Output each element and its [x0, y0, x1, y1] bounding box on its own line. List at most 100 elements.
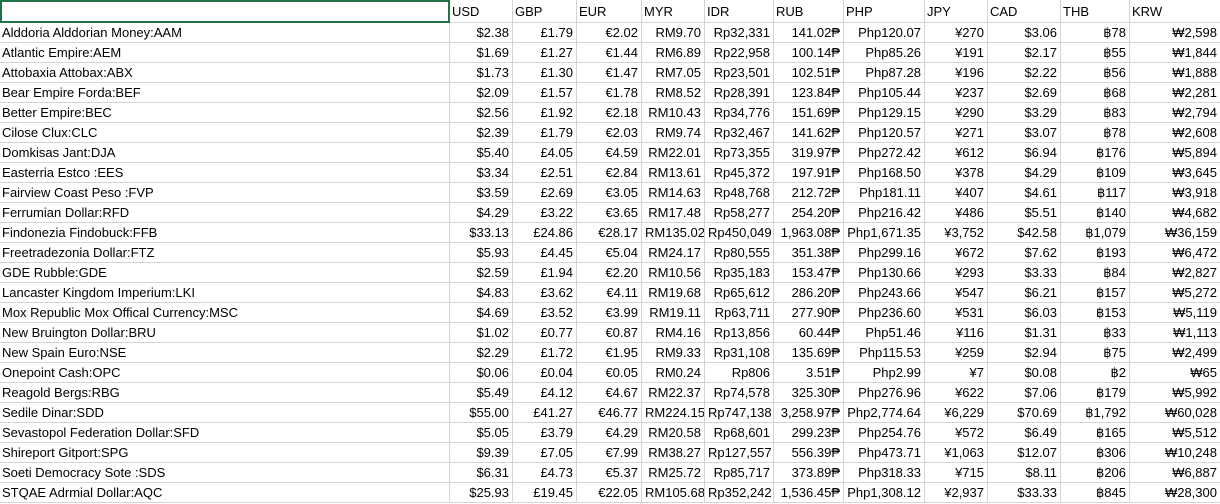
value-cell-thb[interactable]: ฿78 [1061, 23, 1130, 43]
value-cell-cad[interactable]: $5.51 [988, 203, 1061, 223]
value-cell-idr[interactable]: Rp747,138 [705, 403, 774, 423]
value-cell-php[interactable]: Php1,671.35 [844, 223, 925, 243]
currency-name-cell[interactable]: STQAE Adrmial Dollar:AQC [0, 483, 450, 503]
value-cell-cad[interactable]: $2.69 [988, 83, 1061, 103]
value-cell-idr[interactable]: Rp74,578 [705, 383, 774, 403]
currency-name-cell[interactable]: Domkisas Jant:DJA [0, 143, 450, 163]
value-cell-gbp[interactable]: £1.57 [513, 83, 577, 103]
value-cell-eur[interactable]: €2.18 [577, 103, 642, 123]
column-header-usd[interactable]: USD [450, 0, 513, 23]
value-cell-thb[interactable]: ฿83 [1061, 103, 1130, 123]
value-cell-gbp[interactable]: £3.79 [513, 423, 577, 443]
value-cell-usd[interactable]: $4.29 [450, 203, 513, 223]
value-cell-usd[interactable]: $0.06 [450, 363, 513, 383]
value-cell-cad[interactable]: $70.69 [988, 403, 1061, 423]
value-cell-myr[interactable]: RM7.05 [642, 63, 705, 83]
value-cell-php[interactable]: Php216.42 [844, 203, 925, 223]
column-header-myr[interactable]: MYR [642, 0, 705, 23]
value-cell-jpy[interactable]: ¥293 [925, 263, 988, 283]
value-cell-usd[interactable]: $2.56 [450, 103, 513, 123]
value-cell-myr[interactable]: RM8.52 [642, 83, 705, 103]
value-cell-cad[interactable]: $1.31 [988, 323, 1061, 343]
value-cell-myr[interactable]: RM6.89 [642, 43, 705, 63]
value-cell-idr[interactable]: Rp127,557 [705, 443, 774, 463]
value-cell-gbp[interactable]: £0.77 [513, 323, 577, 343]
currency-name-cell[interactable]: GDE Rubble:GDE [0, 263, 450, 283]
value-cell-myr[interactable]: RM13.61 [642, 163, 705, 183]
value-cell-jpy[interactable]: ¥271 [925, 123, 988, 143]
value-cell-rub[interactable]: 556.39₱ [774, 443, 844, 463]
currency-name-cell[interactable]: Findonezia Findobuck:FFB [0, 223, 450, 243]
value-cell-cad[interactable]: $3.06 [988, 23, 1061, 43]
value-cell-thb[interactable]: ฿75 [1061, 343, 1130, 363]
value-cell-rub[interactable]: 123.84₱ [774, 83, 844, 103]
currency-name-cell[interactable]: Atlantic Empire:AEM [0, 43, 450, 63]
value-cell-idr[interactable]: Rp32,331 [705, 23, 774, 43]
value-cell-idr[interactable]: Rp28,391 [705, 83, 774, 103]
value-cell-gbp[interactable]: £1.30 [513, 63, 577, 83]
value-cell-usd[interactable]: $1.69 [450, 43, 513, 63]
value-cell-usd[interactable]: $5.05 [450, 423, 513, 443]
value-cell-jpy[interactable]: ¥407 [925, 183, 988, 203]
value-cell-cad[interactable]: $3.07 [988, 123, 1061, 143]
value-cell-krw[interactable]: ₩2,827 [1130, 263, 1220, 283]
value-cell-eur[interactable]: €5.37 [577, 463, 642, 483]
value-cell-rub[interactable]: 100.14₱ [774, 43, 844, 63]
value-cell-thb[interactable]: ฿56 [1061, 63, 1130, 83]
value-cell-usd[interactable]: $5.93 [450, 243, 513, 263]
value-cell-gbp[interactable]: £1.94 [513, 263, 577, 283]
value-cell-usd[interactable]: $3.59 [450, 183, 513, 203]
value-cell-thb[interactable]: ฿1,792 [1061, 403, 1130, 423]
value-cell-rub[interactable]: 325.30₱ [774, 383, 844, 403]
value-cell-idr[interactable]: Rp45,372 [705, 163, 774, 183]
value-cell-krw[interactable]: ₩36,159 [1130, 223, 1220, 243]
value-cell-php[interactable]: Php243.66 [844, 283, 925, 303]
column-header-rub[interactable]: RUB [774, 0, 844, 23]
column-header-jpy[interactable]: JPY [925, 0, 988, 23]
value-cell-rub[interactable]: 212.72₱ [774, 183, 844, 203]
value-cell-myr[interactable]: RM19.68 [642, 283, 705, 303]
value-cell-rub[interactable]: 286.20₱ [774, 283, 844, 303]
value-cell-krw[interactable]: ₩1,888 [1130, 63, 1220, 83]
value-cell-thb[interactable]: ฿845 [1061, 483, 1130, 503]
value-cell-rub[interactable]: 351.38₱ [774, 243, 844, 263]
value-cell-jpy[interactable]: ¥612 [925, 143, 988, 163]
value-cell-thb[interactable]: ฿84 [1061, 263, 1130, 283]
value-cell-php[interactable]: Php168.50 [844, 163, 925, 183]
value-cell-krw[interactable]: ₩2,499 [1130, 343, 1220, 363]
value-cell-eur[interactable]: €2.02 [577, 23, 642, 43]
value-cell-gbp[interactable]: £41.27 [513, 403, 577, 423]
currency-name-cell[interactable]: Sedile Dinar:SDD [0, 403, 450, 423]
value-cell-php[interactable]: Php129.15 [844, 103, 925, 123]
value-cell-rub[interactable]: 60.44₱ [774, 323, 844, 343]
value-cell-jpy[interactable]: ¥2,937 [925, 483, 988, 503]
currency-name-cell[interactable]: Sevastopol Federation Dollar:SFD [0, 423, 450, 443]
value-cell-krw[interactable]: ₩2,794 [1130, 103, 1220, 123]
value-cell-php[interactable]: Php318.33 [844, 463, 925, 483]
value-cell-php[interactable]: Php254.76 [844, 423, 925, 443]
column-header-cad[interactable]: CAD [988, 0, 1061, 23]
value-cell-idr[interactable]: Rp23,501 [705, 63, 774, 83]
value-cell-myr[interactable]: RM20.58 [642, 423, 705, 443]
value-cell-php[interactable]: Php2,774.64 [844, 403, 925, 423]
value-cell-jpy[interactable]: ¥290 [925, 103, 988, 123]
value-cell-cad[interactable]: $7.06 [988, 383, 1061, 403]
value-cell-eur[interactable]: €4.67 [577, 383, 642, 403]
value-cell-gbp[interactable]: £0.04 [513, 363, 577, 383]
value-cell-cad[interactable]: $33.33 [988, 483, 1061, 503]
value-cell-jpy[interactable]: ¥191 [925, 43, 988, 63]
value-cell-jpy[interactable]: ¥531 [925, 303, 988, 323]
value-cell-eur[interactable]: €3.99 [577, 303, 642, 323]
column-header-thb[interactable]: THB [1061, 0, 1130, 23]
value-cell-krw[interactable]: ₩6,472 [1130, 243, 1220, 263]
value-cell-rub[interactable]: 373.89₱ [774, 463, 844, 483]
currency-name-cell[interactable]: Ferrumian Dollar:RFD [0, 203, 450, 223]
value-cell-rub[interactable]: 135.69₱ [774, 343, 844, 363]
value-cell-myr[interactable]: RM9.70 [642, 23, 705, 43]
value-cell-php[interactable]: Php130.66 [844, 263, 925, 283]
value-cell-krw[interactable]: ₩10,248 [1130, 443, 1220, 463]
value-cell-cad[interactable]: $2.22 [988, 63, 1061, 83]
value-cell-myr[interactable]: RM10.56 [642, 263, 705, 283]
value-cell-eur[interactable]: €2.03 [577, 123, 642, 143]
value-cell-idr[interactable]: Rp68,601 [705, 423, 774, 443]
